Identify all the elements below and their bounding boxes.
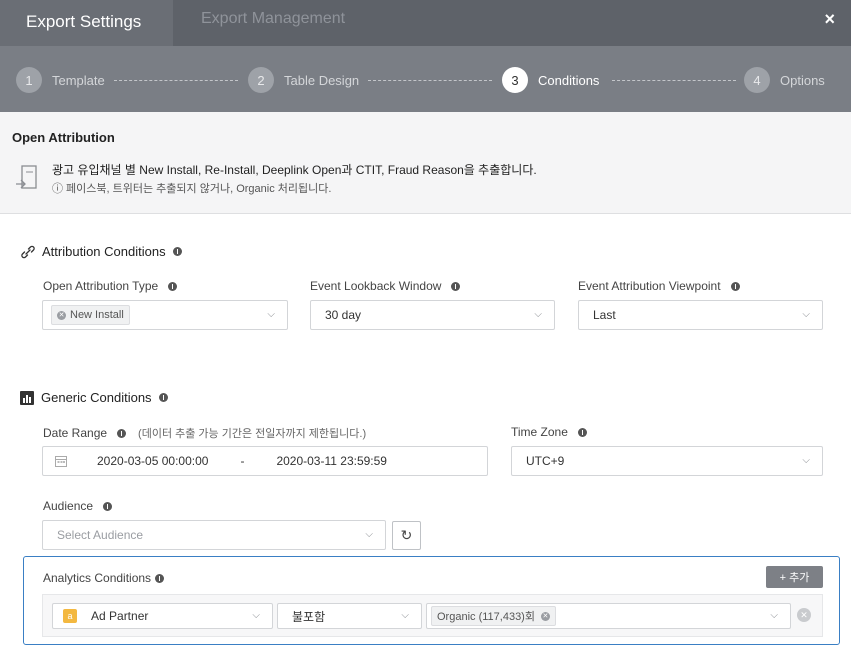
- chevron-down-icon: ⌵: [770, 610, 778, 621]
- select-placeholder: Select Audience: [57, 528, 144, 542]
- info-icon[interactable]: [451, 281, 461, 291]
- timezone-label: Time Zone: [511, 425, 587, 439]
- template-description: Open Attribution 광고 유입채널 별 New Install, …: [0, 112, 851, 214]
- chevron-down-icon: ⌵: [534, 309, 542, 320]
- label-text: Open Attribution Type: [43, 279, 159, 293]
- condition-field-select[interactable]: a Ad Partner ⌵: [52, 603, 273, 629]
- chevron-down-icon: ⌵: [252, 610, 260, 621]
- tab-export-management[interactable]: Export Management: [201, 0, 345, 46]
- select-value: 30 day: [325, 308, 362, 322]
- chevron-down-icon: ⌵: [802, 309, 810, 320]
- stepper: 1 Template 2 Table Design 3 Conditions 4…: [0, 46, 851, 112]
- condition-row: a Ad Partner ⌵ 불포함 ⌵ Organic (117,433)회 …: [42, 594, 823, 637]
- info-icon[interactable]: [168, 281, 178, 291]
- info-icon[interactable]: [117, 428, 127, 438]
- step-connector: [612, 80, 736, 81]
- step-table-design[interactable]: 2 Table Design: [248, 67, 359, 93]
- step-connector: [114, 80, 238, 81]
- info-icon[interactable]: [158, 393, 168, 402]
- remove-tag-icon[interactable]: ✕: [57, 310, 66, 320]
- refresh-icon: ↻: [400, 527, 413, 543]
- step-label: Conditions: [538, 72, 600, 88]
- date-start: 2020-03-05 00:00:00: [97, 454, 209, 468]
- viewpoint-select[interactable]: Last ⌵: [578, 300, 823, 330]
- attribute-badge-icon: a: [63, 609, 77, 623]
- calendar-icon: [55, 456, 67, 467]
- step-label: Options: [780, 72, 825, 88]
- tag-label: New Install: [70, 309, 124, 321]
- select-value: 불포함: [292, 609, 326, 624]
- link-icon: [21, 245, 35, 258]
- date-end: 2020-03-11 23:59:59: [276, 454, 387, 468]
- step-options[interactable]: 4 Options: [744, 67, 825, 93]
- info-icon[interactable]: [577, 427, 587, 437]
- tag-label: Organic (117,433)회: [437, 611, 535, 623]
- modal-header: Export Settings Export Management ×: [0, 0, 851, 46]
- date-range-hint: (데이터 추출 가능 기간은 전일자까지 제한됩니다.): [138, 428, 367, 440]
- info-icon[interactable]: [155, 573, 165, 583]
- select-value: Last: [593, 308, 616, 322]
- open-type-label: Open Attribution Type: [43, 279, 178, 293]
- chevron-down-icon: ⌵: [365, 529, 373, 540]
- template-title: Open Attribution: [12, 130, 115, 145]
- step-number: 1: [16, 67, 42, 93]
- generic-section-title: Generic Conditions: [20, 390, 168, 405]
- lookback-label: Event Lookback Window: [310, 279, 461, 293]
- add-condition-button[interactable]: + 추가: [766, 566, 823, 588]
- info-icon[interactable]: [172, 247, 182, 256]
- selected-tag: ✕ New Install: [51, 305, 130, 325]
- selected-tag: Organic (117,433)회 ✕: [431, 606, 556, 626]
- date-range-picker[interactable]: 2020-03-05 00:00:00 - 2020-03-11 23:59:5…: [42, 446, 488, 476]
- section-title-text: Generic Conditions: [41, 390, 152, 405]
- audience-select[interactable]: Select Audience ⌵: [42, 520, 386, 550]
- step-label: Template: [52, 72, 105, 88]
- step-conditions[interactable]: 3 Conditions: [502, 67, 599, 93]
- condition-value-select[interactable]: Organic (117,433)회 ✕ ⌵: [426, 603, 791, 629]
- refresh-audience-button[interactable]: ↻: [392, 521, 421, 550]
- step-template[interactable]: 1 Template: [16, 67, 105, 93]
- label-text: Event Attribution Viewpoint: [578, 279, 721, 293]
- template-description-text: 광고 유입채널 별 New Install, Re-Install, Deepl…: [52, 163, 537, 177]
- export-doc-icon: [16, 165, 37, 189]
- attribution-section-title: Attribution Conditions: [20, 244, 182, 259]
- viewpoint-label: Event Attribution Viewpoint: [578, 279, 740, 293]
- date-range-label: Date Range (데이터 추출 가능 기간은 전일자까지 제한됩니다.): [43, 425, 366, 441]
- analytics-section-title: Analytics Conditions: [43, 571, 165, 585]
- info-icon[interactable]: [103, 501, 113, 511]
- remove-tag-icon[interactable]: ✕: [540, 611, 550, 621]
- step-number: 2: [248, 67, 274, 93]
- chevron-down-icon: ⌵: [401, 610, 409, 621]
- select-value: UTC+9: [526, 454, 565, 468]
- section-title-text: Attribution Conditions: [42, 244, 166, 259]
- step-label: Table Design: [284, 72, 360, 88]
- tab-export-settings[interactable]: Export Settings: [0, 0, 173, 46]
- condition-operator-select[interactable]: 불포함 ⌵: [277, 603, 422, 629]
- step-number: 4: [744, 67, 770, 93]
- section-title-text: Analytics Conditions: [43, 571, 152, 585]
- open-type-select[interactable]: ✕ New Install ⌵: [42, 300, 288, 330]
- info-icon[interactable]: [730, 281, 740, 291]
- chevron-down-icon: ⌵: [267, 309, 275, 320]
- lookback-select[interactable]: 30 day ⌵: [310, 300, 555, 330]
- timezone-select[interactable]: UTC+9 ⌵: [511, 446, 823, 476]
- close-icon[interactable]: ×: [824, 9, 835, 30]
- template-description-note: ⓘ 페이스북, 트위터는 추출되지 않거나, Organic 처리됩니다.: [52, 183, 332, 195]
- step-number: 3: [502, 67, 528, 93]
- select-value: Ad Partner: [91, 609, 149, 623]
- label-text: Audience: [43, 499, 94, 513]
- label-text: Date Range: [43, 426, 108, 440]
- step-connector: [368, 80, 492, 81]
- bar-chart-icon: [20, 390, 34, 405]
- label-text: Event Lookback Window: [310, 279, 442, 293]
- remove-condition-icon[interactable]: ✕: [797, 608, 811, 622]
- label-text: Time Zone: [511, 425, 568, 439]
- chevron-down-icon: ⌵: [802, 455, 810, 466]
- audience-label: Audience: [43, 499, 113, 513]
- date-separator: -: [240, 454, 245, 468]
